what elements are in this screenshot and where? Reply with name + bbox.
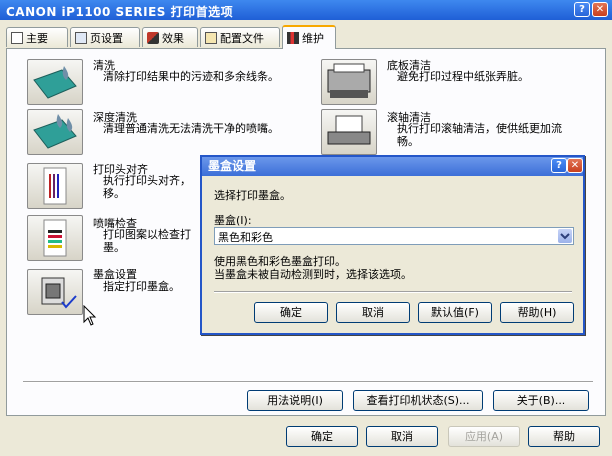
close-window-button[interactable]: ✕ [592,2,608,17]
deep-cleaning-desc: 清理普通清洗无法清洗干净的喷嘴。 [103,122,279,135]
profile-icon [205,31,217,44]
dialog-help-button[interactable]: 帮助(H) [500,302,574,323]
window-title: CANON iP1100 SERIES 打印首选项 [6,5,234,19]
tab-maintenance[interactable]: 维护 [282,25,336,49]
apply-button[interactable]: 应用(A) [448,426,520,447]
dialog-divider [214,291,572,293]
document-icon [11,31,23,44]
tab-page-setup-label: 页设置 [90,31,123,45]
ink-cartridge-button[interactable] [27,269,83,315]
deep-cleaning-button[interactable] [27,109,83,155]
help-title-button[interactable]: ? [574,2,590,17]
roller-cleaning-desc-2: 畅。 [397,135,419,148]
head-alignment-desc-2: 移。 [103,187,125,200]
tab-maintenance-label: 维护 [302,32,324,45]
about-button[interactable]: 关于(B)... [493,390,589,411]
alignment-pattern-icon [43,167,67,205]
mouse-cursor-icon [83,305,97,326]
dialog-prompt: 选择打印墨盒。 [214,189,291,202]
chevron-down-icon[interactable] [558,229,572,243]
cleaning-desc: 清除打印结果中的污迹和多余线条。 [103,70,279,83]
instructions-button[interactable]: 用法说明(I) [247,390,343,411]
nozzle-pattern-icon [43,219,67,257]
roller-cleaning-button[interactable] [321,109,377,155]
cartridge-select-value: 黑色和彩色 [218,231,273,244]
tab-effects-label: 效果 [162,31,184,45]
ok-button[interactable]: 确定 [286,426,358,447]
panel-divider [23,381,593,383]
printer-status-button[interactable]: 查看打印机状态(S)... [353,390,483,411]
tab-main[interactable]: 主要 [6,27,68,47]
dialog-ok-button[interactable]: 确定 [254,302,328,323]
brush-icon [147,31,159,44]
roller-icon [327,115,371,145]
cartridge-icon [41,277,77,309]
cartridge-select[interactable]: 黑色和彩色 [214,227,574,245]
cartridge-combo-label: 墨盒(I): [214,214,252,227]
dialog-note-2: 当墨盒未被自动检测到时，选择该选项。 [214,268,412,281]
maintenance-icon [287,32,299,44]
bottom-plate-button[interactable] [321,59,377,105]
tab-effects[interactable]: 效果 [142,27,198,47]
page-setup-icon [75,31,87,44]
head-alignment-button[interactable] [27,163,83,209]
nozzle-check-button[interactable] [27,215,83,261]
tab-main-label: 主要 [26,31,48,45]
tab-profiles[interactable]: 配置文件 [200,27,280,47]
nozzle-check-desc-2: 墨。 [103,241,125,254]
nozzle-check-desc-1: 打印图案以检查打 [103,228,191,241]
tab-profiles-label: 配置文件 [220,31,264,45]
dialog-title: 墨盒设置 [208,159,257,173]
dialog-default-button[interactable]: 默认值(F) [418,302,492,323]
dialog-help-title-button[interactable]: ? [551,158,567,173]
head-alignment-desc-1: 执行打印头对齐， [103,174,191,187]
cleaning-button[interactable] [27,59,83,105]
roller-cleaning-desc-1: 执行打印滚轴清洁，使供纸更加流 [397,122,562,135]
printer-icon [327,63,371,98]
cleaning-icon [33,66,77,99]
dialog-titlebar: 墨盒设置 ? ✕ [202,157,583,176]
ink-cartridge-desc: 指定打印墨盒。 [103,280,180,293]
deep-cleaning-icon [33,114,77,149]
dialog-cancel-button[interactable]: 取消 [336,302,410,323]
ink-cartridge-dialog: 墨盒设置 ? ✕ 选择打印墨盒。 墨盒(I): 黑色和彩色 使用黑色和彩色墨盒打… [200,155,585,335]
tab-page-setup[interactable]: 页设置 [70,27,140,47]
cancel-button[interactable]: 取消 [366,426,438,447]
bottom-plate-desc: 避免打印过程中纸张弄脏。 [397,70,529,83]
dialog-close-button[interactable]: ✕ [567,158,583,173]
window-titlebar: CANON iP1100 SERIES 打印首选项 ? ✕ [0,0,612,20]
help-button[interactable]: 帮助 [528,426,600,447]
